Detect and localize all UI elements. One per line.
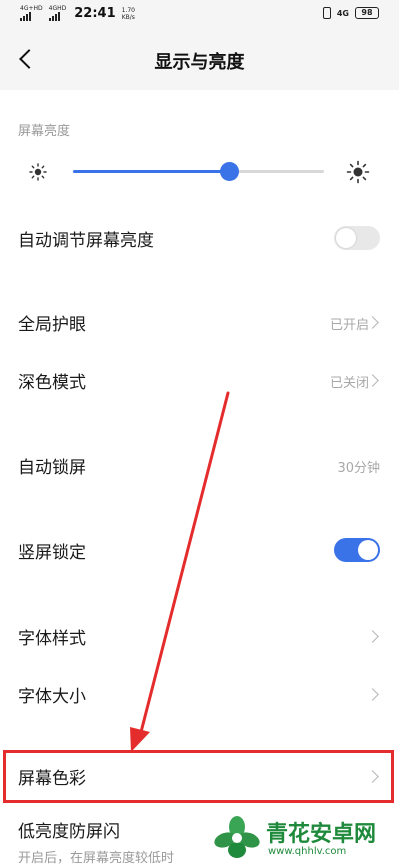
watermark-logo-icon: [214, 816, 260, 858]
watermark-url: www.qhhlv.com: [268, 846, 347, 857]
annotation-arrow-icon: [130, 391, 230, 752]
watermark-name: 青花安卓网: [266, 822, 377, 847]
watermark: 青花安卓网 www.qhhlv.com: [212, 812, 392, 864]
